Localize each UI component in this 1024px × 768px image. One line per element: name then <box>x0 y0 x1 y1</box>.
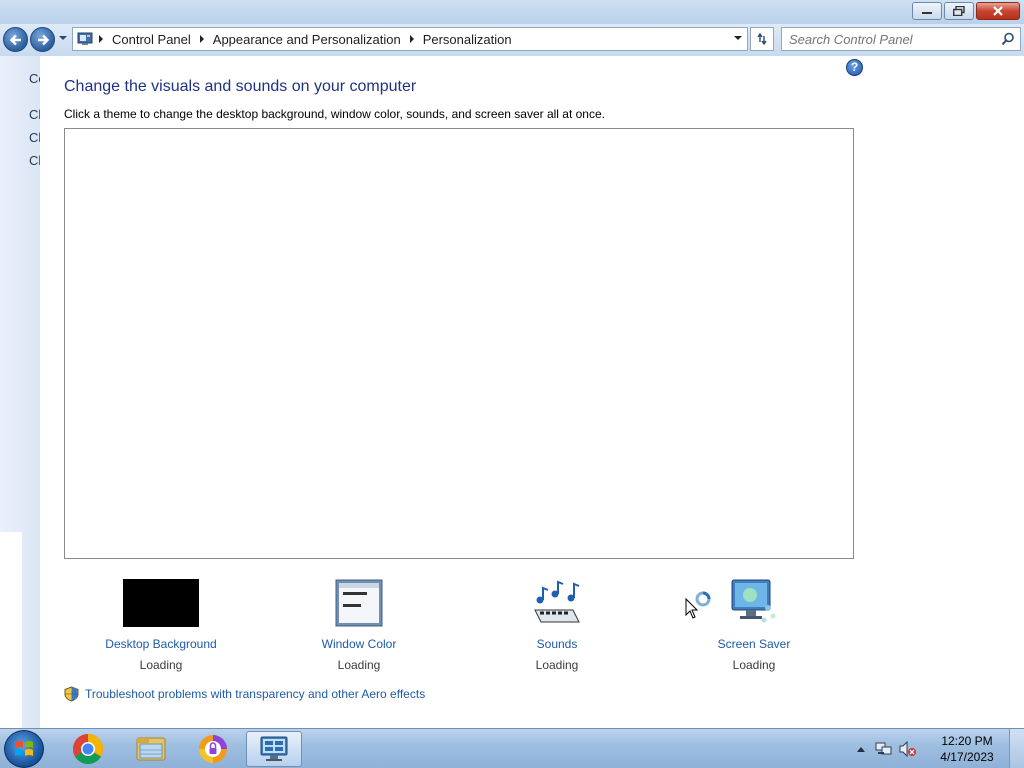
desktop-background-link[interactable]: Desktop Background <box>96 637 226 651</box>
left-pane-link[interactable]: Ch <box>29 107 40 122</box>
taskbar-chrome[interactable] <box>60 731 116 767</box>
minimize-icon <box>922 12 932 14</box>
address-dropdown-chevron-icon[interactable] <box>733 35 743 41</box>
chrome-icon <box>72 734 104 765</box>
window-color-icon <box>320 578 398 628</box>
sounds-link[interactable]: Sounds <box>492 637 622 651</box>
refresh-button[interactable] <box>750 27 774 51</box>
left-pane-lower-area <box>0 532 22 728</box>
back-arrow-icon <box>9 34 21 45</box>
main-content: ? Change the visuals and sounds on your … <box>40 56 1024 728</box>
system-tray: 12:20 PM 4/17/2023 <box>857 729 1024 768</box>
show-hidden-icons-icon[interactable] <box>857 746 865 752</box>
left-navigation-pane: Co Ch Ch Ch <box>0 56 40 728</box>
shield-icon <box>64 686 79 702</box>
help-icon[interactable]: ? <box>846 59 863 76</box>
minimize-button[interactable] <box>912 2 942 20</box>
navigation-bar: Control Panel Appearance and Personaliza… <box>0 24 1024 56</box>
sounds-option[interactable]: Sounds Loading <box>492 578 622 672</box>
breadcrumb-separator-icon[interactable] <box>195 35 209 43</box>
screen-saver-option[interactable]: Screen Saver Loading <box>689 578 819 672</box>
screen-saver-icon <box>715 578 793 628</box>
left-pane-link-control-panel-home[interactable]: Co <box>29 71 40 86</box>
desktop-background-status: Loading <box>139 658 183 672</box>
taskbar-personalization[interactable] <box>246 731 302 767</box>
clock-time: 12:20 PM <box>941 734 993 748</box>
recent-pages-chevron-icon[interactable] <box>58 35 68 41</box>
desktop-background-option[interactable]: Desktop Background Loading <box>96 578 226 672</box>
page-description: Click a theme to change the desktop back… <box>64 107 605 121</box>
breadcrumb-appearance[interactable]: Appearance and Personalization <box>209 32 405 47</box>
show-desktop-button[interactable] <box>1009 729 1024 768</box>
start-button[interactable] <box>4 730 44 768</box>
close-button[interactable] <box>976 2 1020 20</box>
window-titlebar <box>0 0 1024 24</box>
left-pane-link[interactable]: Ch <box>29 153 40 168</box>
clock[interactable]: 12:20 PM 4/17/2023 <box>925 733 1009 765</box>
back-button[interactable] <box>3 27 28 52</box>
window-color-option[interactable]: Window Color Loading <box>294 578 424 672</box>
sounds-icon <box>518 578 596 628</box>
clock-date: 4/17/2023 <box>940 750 994 764</box>
network-icon[interactable] <box>875 741 893 757</box>
window-controls <box>912 2 1020 20</box>
breadcrumb-separator-icon[interactable] <box>405 35 419 43</box>
breadcrumb-control-panel[interactable]: Control Panel <box>108 32 195 47</box>
search-icon[interactable] <box>1001 32 1015 46</box>
taskbar-file-explorer[interactable] <box>123 731 179 767</box>
forward-arrow-icon <box>37 34 49 45</box>
refresh-icon <box>757 32 767 46</box>
theme-list[interactable] <box>64 128 854 619</box>
forward-button[interactable] <box>30 27 55 52</box>
window-color-status: Loading <box>337 658 381 672</box>
screen-saver-status: Loading <box>732 658 776 672</box>
troubleshoot-aero-link[interactable]: Troubleshoot problems with transparency … <box>64 686 425 702</box>
control-panel-icon <box>77 32 93 45</box>
volume-muted-icon[interactable] <box>899 741 917 757</box>
screen-saver-link[interactable]: Screen Saver <box>689 637 819 651</box>
breadcrumb-separator-icon[interactable] <box>94 35 108 43</box>
restore-icon <box>953 6 965 16</box>
search-box <box>781 27 1021 51</box>
windows-logo-icon <box>15 741 33 756</box>
breadcrumb-personalization[interactable]: Personalization <box>419 32 516 47</box>
left-pane-link[interactable]: Ch <box>29 130 40 145</box>
file-explorer-icon <box>136 737 166 761</box>
personalization-icon <box>260 736 288 761</box>
page-title: Change the visuals and sounds on your co… <box>64 78 417 95</box>
sounds-status: Loading <box>535 658 579 672</box>
search-input[interactable] <box>782 28 992 50</box>
restore-button[interactable] <box>944 2 974 20</box>
window-color-link[interactable]: Window Color <box>294 637 424 651</box>
security-app-icon <box>199 735 227 763</box>
desktop-background-icon <box>122 578 200 628</box>
troubleshoot-aero-text[interactable]: Troubleshoot problems with transparency … <box>85 687 425 701</box>
address-bar[interactable]: Control Panel Appearance and Personaliza… <box>72 27 748 51</box>
taskbar: 12:20 PM 4/17/2023 <box>0 728 1024 768</box>
close-icon <box>993 6 1003 16</box>
taskbar-security-app[interactable] <box>185 731 241 767</box>
